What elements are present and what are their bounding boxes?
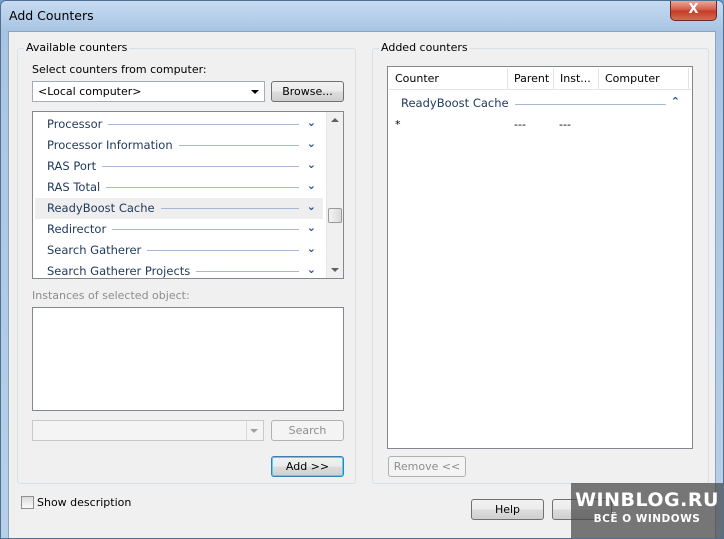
added-group-row[interactable]: ReadyBoost Cache ⌃ <box>398 95 688 112</box>
browse-button[interactable]: Browse... <box>271 81 344 102</box>
watermark-line1: WINBLOG.RU <box>575 489 719 511</box>
show-description-label[interactable]: Show description <box>37 496 131 509</box>
object-label: Redirector <box>47 222 107 236</box>
row-counter: * <box>395 118 401 131</box>
group-divider <box>108 124 299 125</box>
object-label: RAS Port <box>47 159 97 173</box>
group-divider <box>112 229 299 230</box>
scroll-thumb[interactable] <box>328 208 342 223</box>
list-item[interactable]: Search Gatherer ⌄ <box>35 240 323 261</box>
scroll-down-icon[interactable] <box>331 268 339 272</box>
group-divider <box>147 250 299 251</box>
row-instance: --- <box>559 118 571 131</box>
row-parent: --- <box>514 118 526 131</box>
window-title: Add Counters <box>9 8 94 23</box>
list-item[interactable]: Processor ⌄ <box>35 114 323 135</box>
group-divider <box>196 271 299 272</box>
close-button[interactable]: X <box>670 1 717 21</box>
add-button[interactable]: Add >> <box>271 456 344 477</box>
help-button[interactable]: Help <box>471 499 544 520</box>
group-divider <box>102 166 299 167</box>
chevron-down-icon[interactable]: ⌄ <box>307 158 316 171</box>
chevron-down-icon[interactable]: ⌄ <box>307 200 316 213</box>
group-divider <box>106 187 299 188</box>
dialog-client-area: Available counters Select counters from … <box>8 31 716 538</box>
watermark-line2: ВСЁ О WINDOWS <box>593 513 701 525</box>
select-computer-label: Select counters from computer: <box>32 63 207 76</box>
group-divider <box>161 208 299 209</box>
chevron-up-icon[interactable]: ⌃ <box>671 95 680 108</box>
computer-combobox[interactable]: <Local computer> <box>32 81 265 102</box>
search-combobox[interactable] <box>32 420 264 441</box>
column-header-instance[interactable]: Inst... <box>554 68 599 90</box>
group-divider <box>515 104 666 105</box>
column-header-computer[interactable]: Computer <box>599 68 689 90</box>
object-label: Search Gatherer Projects <box>47 264 191 278</box>
added-counters-list[interactable]: Counter Parent Inst... Computer ReadyBoo… <box>387 66 693 449</box>
object-label: RAS Total <box>47 180 101 194</box>
chevron-down-icon[interactable]: ⌄ <box>307 221 316 234</box>
available-counters-label: Available counters <box>24 41 130 54</box>
list-item[interactable]: RAS Total ⌄ <box>35 177 323 198</box>
list-item[interactable]: RAS Port ⌄ <box>35 156 323 177</box>
list-item[interactable]: Redirector ⌄ <box>35 219 323 240</box>
title-bar[interactable]: Add Counters X <box>1 1 723 31</box>
object-label: Processor Information <box>47 138 173 152</box>
object-label: ReadyBoost Cache <box>47 201 155 215</box>
add-counters-window: Add Counters X Available counters Select… <box>0 0 724 539</box>
watermark: WINBLOG.RU ВСЁ О WINDOWS <box>571 483 723 538</box>
list-item[interactable]: Search Gatherer Projects ⌄ <box>35 261 323 282</box>
column-header-row: Counter Parent Inst... Computer <box>389 68 691 90</box>
list-item[interactable]: ReadyBoost Cache ⌄ <box>35 198 323 219</box>
chevron-down-icon[interactable]: ⌄ <box>307 242 316 255</box>
search-button[interactable]: Search <box>271 420 344 441</box>
chevron-down-icon[interactable]: ⌄ <box>307 137 316 150</box>
object-label: Processor <box>47 117 103 131</box>
dropdown-arrow-icon <box>251 90 259 94</box>
chevron-down-icon[interactable]: ⌄ <box>307 179 316 192</box>
group-divider <box>179 145 299 146</box>
column-header-parent[interactable]: Parent <box>508 68 554 90</box>
computer-value: <Local computer> <box>38 85 142 98</box>
object-list-scrollbar[interactable] <box>326 112 343 278</box>
scroll-up-icon[interactable] <box>331 118 339 122</box>
column-header-counter[interactable]: Counter <box>389 68 508 90</box>
list-item[interactable]: Processor Information ⌄ <box>35 135 323 156</box>
object-label: Search Gatherer <box>47 243 142 257</box>
chevron-down-icon[interactable]: ⌄ <box>307 263 316 276</box>
show-description-checkbox[interactable] <box>21 496 34 509</box>
added-counters-label: Added counters <box>379 41 470 54</box>
instances-list[interactable] <box>32 307 344 411</box>
chevron-down-icon[interactable]: ⌄ <box>307 116 316 129</box>
search-dropdown-arrow-icon <box>250 429 258 433</box>
instances-label: Instances of selected object: <box>32 289 190 302</box>
remove-button[interactable]: Remove << <box>388 456 466 477</box>
added-group-name: ReadyBoost Cache <box>401 96 513 110</box>
performance-object-list[interactable]: Processor ⌄ Processor Information ⌄ RAS Port… <box>32 111 344 279</box>
